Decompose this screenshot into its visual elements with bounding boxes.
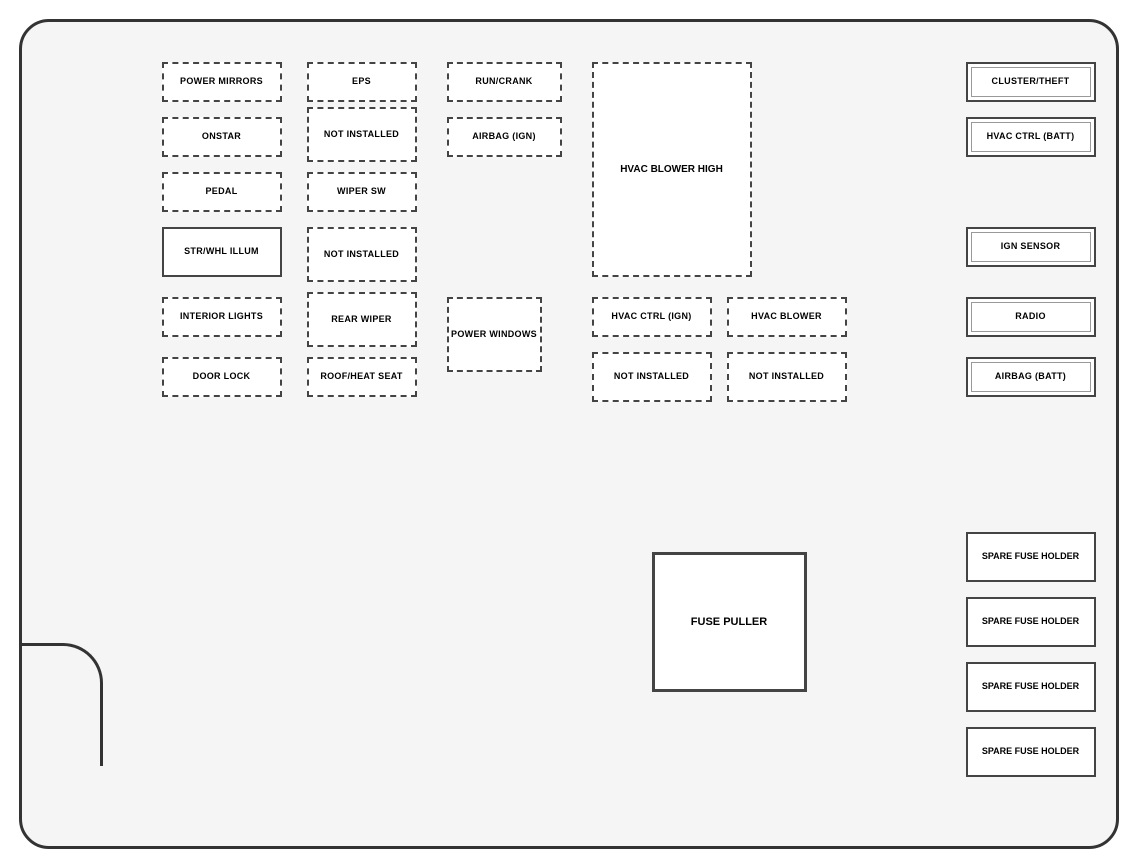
fuse-door-lock: DOOR LOCK: [162, 357, 282, 397]
fuse-hvac-ctrl-ign: HVAC CTRL (IGN): [592, 297, 712, 337]
fuse-hvac-blower: HVAC BLOWER: [727, 297, 847, 337]
fuse-rear-wiper: REAR WIPER: [307, 292, 417, 347]
fuse-cluster-theft: CLUSTER/THEFT: [966, 62, 1096, 102]
fuse-str-whl-illum: STR/WHL ILLUM: [162, 227, 282, 277]
fuse-onstar: ONSTAR: [162, 117, 282, 157]
fuse-puller: FUSE PULLER: [652, 552, 807, 692]
spare-fuse-1: SPARE FUSE HOLDER: [966, 532, 1096, 582]
fuse-not-installed-3: NOT INSTALLED: [592, 352, 712, 402]
fuse-run-crank: RUN/CRANK: [447, 62, 562, 102]
fuse-hvac-ctrl-batt: HVAC CTRL (BATT): [966, 117, 1096, 157]
fuse-power-mirrors: POWER MIRRORS: [162, 62, 282, 102]
fuse-not-installed-4: NOT INSTALLED: [727, 352, 847, 402]
fuse-interior-lights: INTERIOR LIGHTS: [162, 297, 282, 337]
spare-fuse-3: SPARE FUSE HOLDER: [966, 662, 1096, 712]
fuse-ign-sensor: IGN SENSOR: [966, 227, 1096, 267]
fuse-pedal: PEDAL: [162, 172, 282, 212]
fuse-hvac-blower-high: HVAC BLOWER HIGH: [592, 62, 752, 277]
fuse-airbag-ign: AIRBAG (IGN): [447, 117, 562, 157]
spare-fuse-2: SPARE FUSE HOLDER: [966, 597, 1096, 647]
fuse-roof-heat-seat: ROOF/HEAT SEAT: [307, 357, 417, 397]
fuse-power-windows: POWER WINDOWS: [447, 297, 542, 372]
fuse-eps: EPS: [307, 62, 417, 102]
fuse-not-installed-1: NOT INSTALLED: [307, 107, 417, 162]
fuse-airbag-batt: AIRBAG (BATT): [966, 357, 1096, 397]
diagram-area: POWER MIRRORS EPS RUN/CRANK ONSTAR NOT I…: [162, 52, 1096, 826]
fuse-radio: RADIO: [966, 297, 1096, 337]
fuse-wiper-sw: WIPER SW: [307, 172, 417, 212]
fuse-not-installed-2: NOT INSTALLED: [307, 227, 417, 282]
fuse-diagram-container: POWER MIRRORS EPS RUN/CRANK ONSTAR NOT I…: [19, 19, 1119, 849]
spare-fuse-4: SPARE FUSE HOLDER: [966, 727, 1096, 777]
